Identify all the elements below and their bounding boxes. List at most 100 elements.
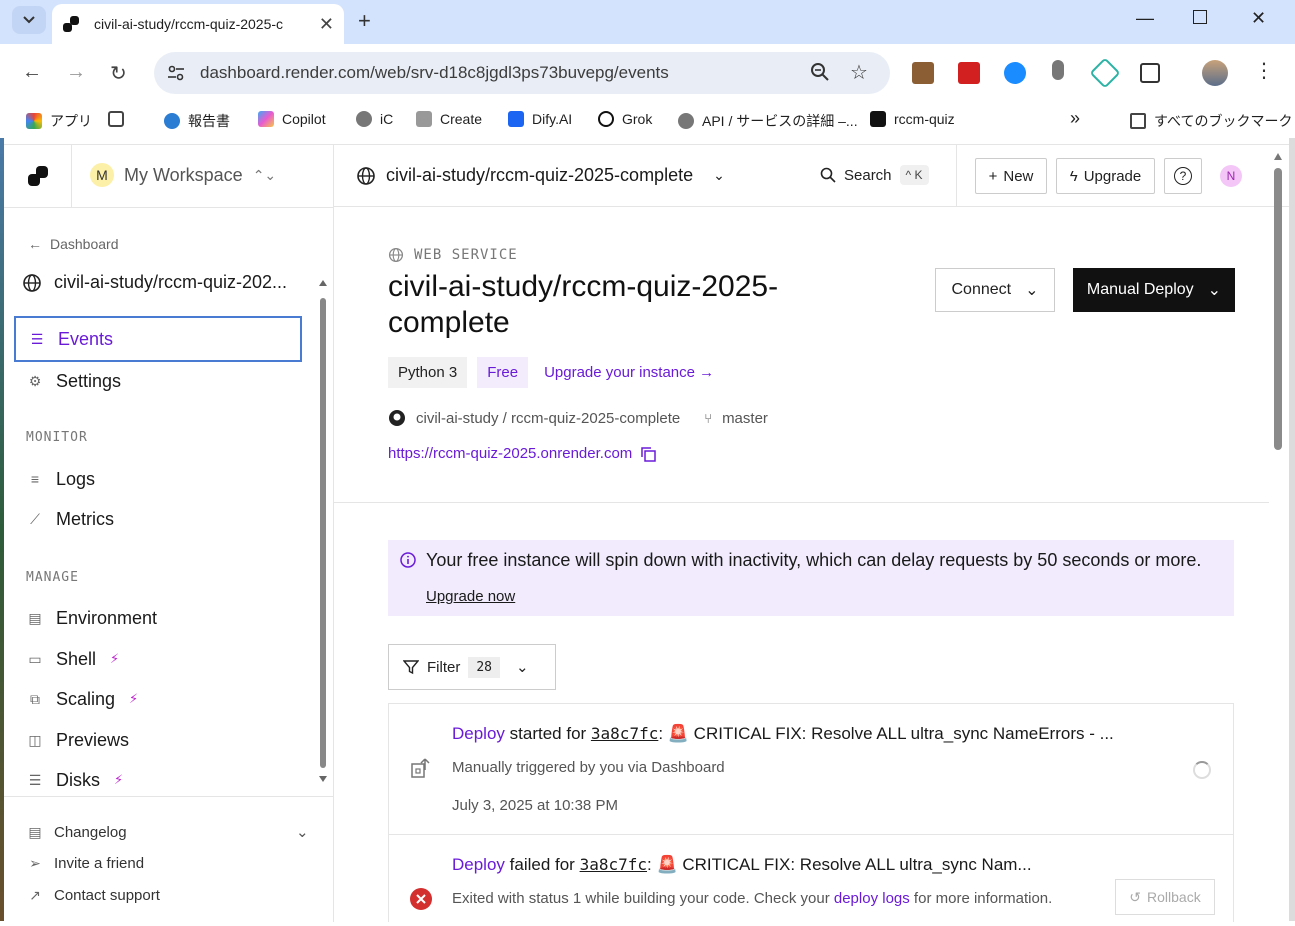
lightning-icon: ⚡: [129, 691, 139, 706]
branch-name: master: [722, 409, 768, 427]
pdf-extension-icon[interactable]: [958, 62, 980, 84]
back-to-dashboard-link[interactable]: ← Dashboard: [28, 236, 119, 252]
sidebar-item-metrics[interactable]: ⟋ Metrics: [14, 496, 302, 542]
dify-icon: [508, 111, 524, 127]
extension-icon[interactable]: [1089, 57, 1121, 89]
filter-button[interactable]: Filter 28 ⌄: [388, 644, 556, 690]
undo-icon: ↺: [1129, 888, 1142, 905]
microphone-icon[interactable]: [1052, 60, 1064, 80]
notice-text: Your free instance will spin down with i…: [426, 550, 1202, 570]
new-tab-button[interactable]: +: [358, 8, 371, 34]
tab-search-button[interactable]: [12, 6, 46, 34]
bookmark-grok[interactable]: Grok: [598, 111, 652, 127]
bookmark-create[interactable]: Create: [416, 111, 482, 127]
bookmark-copilot[interactable]: Copilot: [258, 111, 326, 127]
preview-icon: ◫: [28, 731, 42, 748]
help-button[interactable]: ?: [1164, 158, 1202, 194]
chevron-down-icon: ⌄: [1207, 282, 1222, 299]
site-settings-icon[interactable]: [166, 63, 186, 83]
chevron-down-icon: [23, 16, 35, 24]
plan-badge: Free: [477, 357, 529, 388]
arrow-left-icon: ←: [28, 236, 42, 252]
service-url-link[interactable]: https://rccm-quiz-2025.onrender.com: [388, 445, 632, 462]
browser-menu-icon[interactable]: ⋮: [1254, 58, 1274, 83]
new-button[interactable]: + New: [975, 158, 1047, 194]
workspace-avatar: M: [90, 163, 114, 187]
browser-tabstrip: civil-ai-study/rccm-quiz-2025-c ✕ + — ✕: [0, 0, 1295, 44]
more-bookmarks-icon[interactable]: »: [1070, 108, 1080, 129]
terminal-icon: ▭: [28, 650, 42, 667]
deploy-link[interactable]: Deploy: [452, 855, 505, 874]
rollback-button[interactable]: ↺ Rollback: [1115, 879, 1215, 915]
bookmark-apps[interactable]: アプリ: [26, 111, 92, 131]
search-button[interactable]: Search ^ K: [820, 165, 929, 185]
bookmark-star-icon[interactable]: ☆: [850, 60, 868, 85]
deploy-link[interactable]: Deploy: [452, 724, 505, 743]
forward-arrow-icon[interactable]: →: [66, 61, 86, 84]
changelog-icon: ▤: [28, 823, 42, 840]
changelog-link[interactable]: ▤ Changelog ⌄: [26, 823, 308, 842]
grid-icon: [108, 111, 124, 127]
sidebar-item-disks[interactable]: ☰ Disks ⚡: [14, 757, 302, 796]
external-link-icon: ↗: [29, 886, 41, 903]
search-icon: [820, 167, 836, 183]
back-arrow-icon[interactable]: ←: [22, 61, 42, 84]
extension-icon[interactable]: [1004, 62, 1026, 84]
extensions-puzzle-icon[interactable]: [1140, 63, 1160, 83]
sidebar-item-scaling[interactable]: ⧉ Scaling ⚡: [14, 676, 302, 722]
chevron-down-icon: ⌄: [296, 824, 309, 841]
all-bookmarks-folder[interactable]: すべてのブックマーク: [1130, 111, 1292, 131]
upgrade-instance-link[interactable]: Upgrade your instance →: [544, 364, 714, 381]
bookmark-report[interactable]: 報告書: [164, 111, 230, 131]
extension-icon[interactable]: [912, 62, 934, 84]
sidebar-item-events[interactable]: ☰ Events: [14, 316, 302, 362]
upgrade-now-link[interactable]: Upgrade now: [426, 588, 515, 605]
branch-icon: ⑂: [704, 410, 713, 426]
copy-icon[interactable]: [640, 446, 657, 462]
connect-button[interactable]: Connect ⌄: [935, 268, 1055, 312]
zoom-icon[interactable]: [810, 62, 830, 82]
user-avatar[interactable]: N: [1220, 165, 1242, 187]
service-tags: Python 3 Free Upgrade your instance →: [388, 357, 714, 388]
sidebar-item-settings[interactable]: ⚙ Settings: [14, 358, 302, 404]
service-type-label: WEB SERVICE: [388, 247, 518, 263]
create-icon: [416, 111, 432, 127]
repo-link[interactable]: civil-ai-study / rccm-quiz-2025-complete: [416, 410, 680, 427]
commit-sha-link[interactable]: 3a8c7fc: [591, 724, 658, 743]
page-scrollbar-track[interactable]: [1289, 138, 1295, 921]
bookmark-api[interactable]: API / サービスの詳細 –...: [678, 111, 858, 131]
globe-icon: [388, 247, 404, 263]
reload-icon[interactable]: ↻: [110, 61, 127, 86]
tab-close-icon[interactable]: ✕: [319, 14, 334, 35]
contact-support-link[interactable]: ↗ Contact support: [26, 886, 160, 904]
close-window-button[interactable]: ✕: [1251, 8, 1266, 29]
invite-friend-link[interactable]: ➢ Invite a friend: [26, 854, 144, 872]
sidebar-scrollbar[interactable]: [318, 278, 328, 786]
commit-sha-link[interactable]: 3a8c7fc: [580, 855, 647, 874]
bookmark-grid[interactable]: [108, 111, 124, 127]
send-icon: ➢: [29, 854, 41, 871]
profile-avatar[interactable]: [1202, 60, 1228, 86]
minimize-window-button[interactable]: —: [1136, 8, 1154, 29]
bookmark-dify[interactable]: Dify.AI: [508, 111, 572, 127]
render-logo[interactable]: [4, 145, 72, 207]
bookmark-rccm-quiz[interactable]: rccm-quiz: [870, 111, 955, 127]
maximize-window-button[interactable]: [1193, 10, 1207, 24]
url-text: dashboard.render.com/web/srv-d18c8jgdl3p…: [200, 63, 669, 82]
browser-tab-active[interactable]: civil-ai-study/rccm-quiz-2025-c ✕: [52, 4, 344, 44]
deploy-upload-icon: [411, 758, 430, 778]
service-breadcrumb[interactable]: civil-ai-study/rccm-quiz-2025-complete ⌄: [356, 165, 725, 186]
manual-deploy-button[interactable]: Manual Deploy ⌄: [1073, 268, 1235, 312]
deploy-logs-link[interactable]: deploy logs: [834, 890, 910, 907]
service-url-row: https://rccm-quiz-2025.onrender.com: [388, 445, 657, 462]
sidebar-footer: ▤ Changelog ⌄ ➢ Invite a friend ↗ Contac…: [4, 796, 334, 922]
sidebar-item-environment[interactable]: ▤ Environment: [14, 595, 302, 641]
bookmark-ic[interactable]: iC: [356, 111, 393, 127]
page-title: civil-ai-study/rccm-quiz-2025-complete: [388, 270, 779, 339]
address-bar[interactable]: dashboard.render.com/web/srv-d18c8jgdl3p…: [154, 52, 890, 94]
browser-toolbar: ← → ↻ dashboard.render.com/web/srv-d18c8…: [0, 44, 1295, 102]
workspace-name: My Workspace: [124, 164, 243, 185]
main-scrollbar[interactable]: [1272, 150, 1284, 921]
workspace-switcher[interactable]: M My Workspace ⌃⌄: [90, 163, 276, 187]
upgrade-button[interactable]: ϟ Upgrade: [1056, 158, 1155, 194]
